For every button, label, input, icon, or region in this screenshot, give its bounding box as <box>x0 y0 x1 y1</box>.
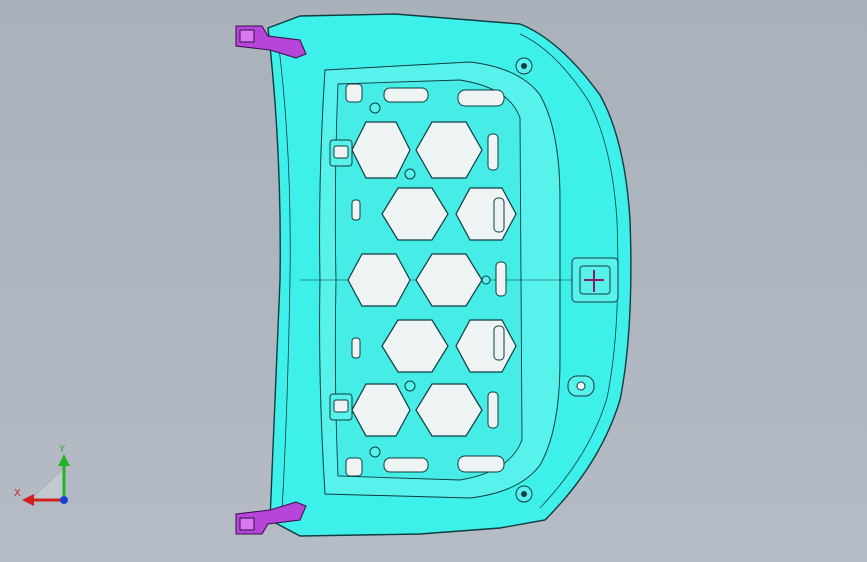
clip-mount <box>333 145 349 159</box>
slot-hole <box>383 457 429 473</box>
slot-hole <box>345 83 363 103</box>
graphics-viewport[interactable]: Y X <box>0 0 867 562</box>
side-slot <box>487 391 499 429</box>
side-slot <box>487 133 499 171</box>
bolt-boss <box>369 102 381 114</box>
bolt-boss <box>404 168 416 180</box>
slot-hole <box>383 87 429 103</box>
axis-triad: Y X <box>14 444 70 506</box>
slot-hole <box>457 89 505 107</box>
y-axis-label: Y <box>58 444 66 455</box>
z-axis-dot <box>60 496 68 504</box>
slot-hole <box>345 457 363 477</box>
lock-hole <box>576 381 586 391</box>
triad-plane <box>29 467 65 501</box>
bolt-boss <box>404 380 416 392</box>
side-slot <box>351 199 361 221</box>
side-slot <box>495 261 507 297</box>
bump-stop <box>521 491 527 497</box>
bolt-boss <box>481 275 491 285</box>
bump-stop <box>521 63 527 69</box>
hood-model[interactable] <box>0 0 867 562</box>
x-axis-label: X <box>14 488 21 499</box>
side-slot <box>493 197 505 233</box>
hex-hole <box>347 253 411 307</box>
side-slot <box>351 337 361 359</box>
y-axis-arrow <box>58 454 70 466</box>
side-slot <box>493 325 505 361</box>
clip-mount <box>333 399 349 413</box>
x-axis-arrow <box>22 494 34 506</box>
bolt-boss <box>369 446 381 458</box>
slot-hole <box>457 455 505 473</box>
